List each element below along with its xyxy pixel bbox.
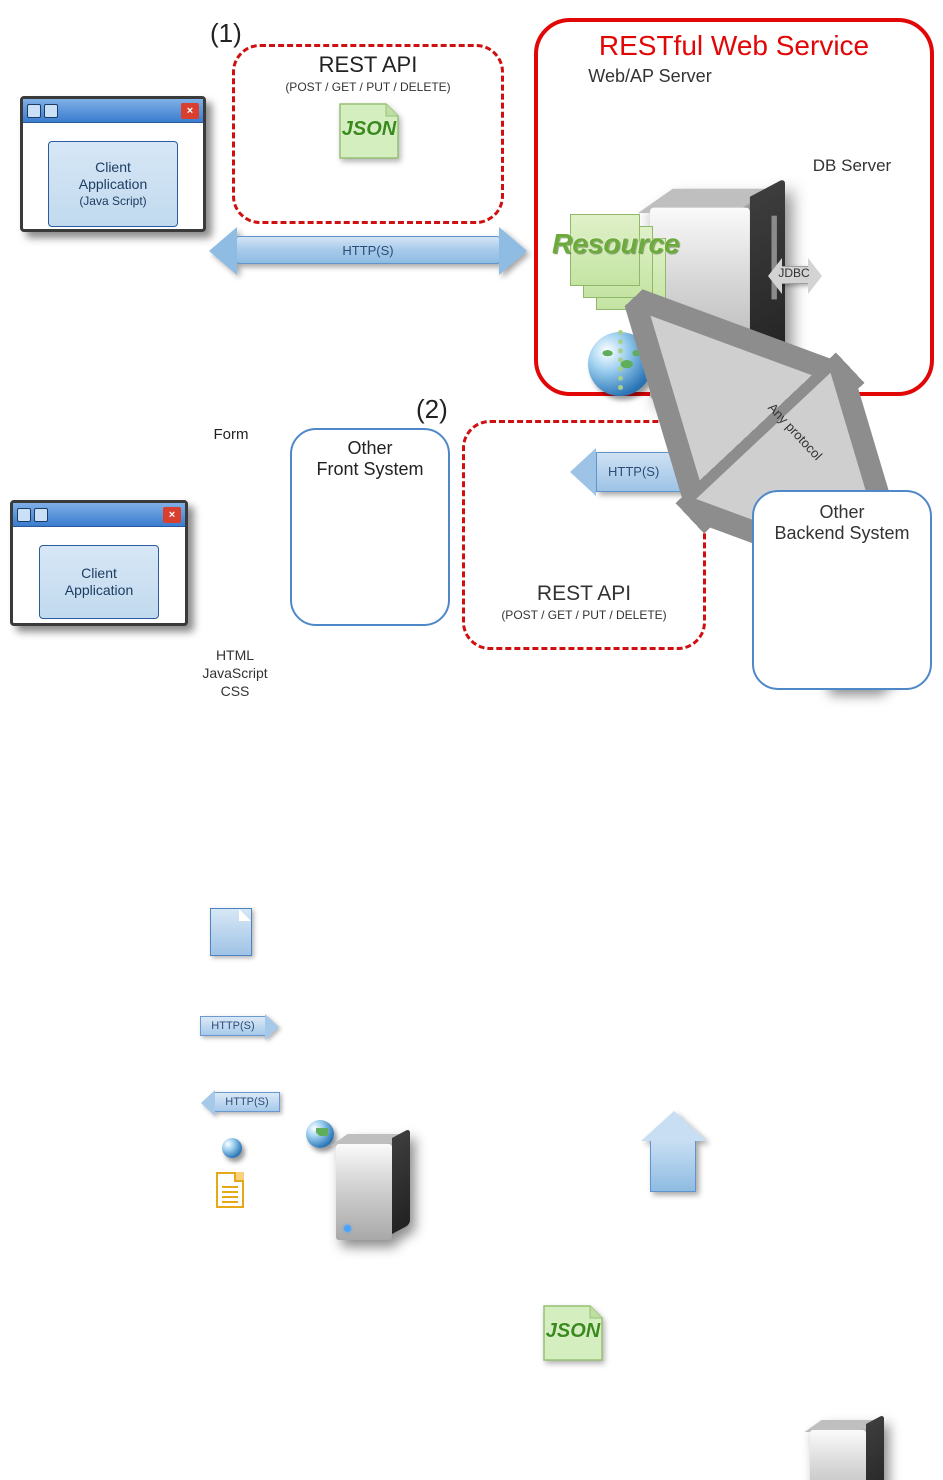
- restful-title: RESTful Web Service: [544, 30, 924, 62]
- http-label-2: HTTP(S): [608, 464, 659, 479]
- json-label: JSON: [538, 1320, 608, 1343]
- response-arrow: HTTP(S): [214, 1092, 280, 1112]
- client-window-2: × Client Application: [10, 500, 188, 626]
- http-mini-label: HTTP(S): [225, 1096, 268, 1108]
- rest-api-subtitle-2: (POST / GET / PUT / DELETE): [462, 608, 706, 622]
- backend-server-icon: [810, 1418, 884, 1480]
- resource-label: Resource: [552, 228, 680, 260]
- http-arrow-2-up: [650, 1140, 696, 1192]
- titlebar-icon: [34, 508, 48, 522]
- client-app-line: Application: [79, 176, 148, 193]
- client-app-line: Client: [81, 565, 117, 582]
- close-icon: ×: [163, 507, 181, 523]
- marker-1: (1): [210, 18, 242, 49]
- client-window-1: × Client Application (Java Script): [20, 96, 206, 232]
- globe-icon: [222, 1138, 242, 1158]
- dotted-connector-icon: [618, 330, 623, 390]
- globe-icon: [306, 1120, 334, 1148]
- client-app-panel: Client Application: [39, 545, 159, 619]
- html-line: JavaScript: [196, 664, 274, 682]
- json-file-icon: JSON: [538, 1302, 608, 1364]
- titlebar-icon: [27, 104, 41, 118]
- db-server-label: DB Server: [792, 156, 912, 176]
- obs-line: Backend System: [752, 523, 932, 544]
- close-icon: ×: [181, 103, 199, 119]
- http-arrow-2-head: [570, 448, 596, 496]
- html-line: CSS: [196, 682, 274, 700]
- jdbc-label: JDBC: [770, 266, 818, 280]
- html-stack-label: HTML JavaScript CSS: [196, 646, 274, 700]
- obs-line: Other: [752, 502, 932, 523]
- front-server-icon: [336, 1132, 410, 1240]
- request-arrow: HTTP(S): [200, 1016, 266, 1036]
- window-titlebar: ×: [13, 503, 185, 527]
- client-app-line: Client: [95, 159, 131, 176]
- titlebar-icon: [17, 508, 31, 522]
- marker-2: (2): [416, 394, 448, 425]
- rest-api-title-2: REST API: [462, 582, 706, 606]
- titlebar-icon: [44, 104, 58, 118]
- form-icon: [210, 908, 252, 956]
- other-front-title: Other Front System: [290, 438, 450, 480]
- window-titlebar: ×: [23, 99, 203, 123]
- webap-label: Web/AP Server: [560, 66, 740, 87]
- ofs-line: Other: [290, 438, 450, 459]
- http-arrow-1: HTTP(S): [236, 236, 500, 264]
- ofs-line: Front System: [290, 459, 450, 480]
- document-icon: [216, 1172, 244, 1208]
- rest-api-title: REST API: [232, 52, 504, 78]
- form-label: Form: [200, 426, 262, 443]
- client-app-panel: Client Application (Java Script): [48, 141, 178, 227]
- html-line: HTML: [196, 646, 274, 664]
- client-app-line: (Java Script): [79, 193, 146, 210]
- client-app-line: Application: [65, 582, 134, 599]
- json-file-icon: JSON: [334, 100, 404, 162]
- http-mini-label: HTTP(S): [211, 1020, 254, 1032]
- http-label: HTTP(S): [237, 237, 499, 263]
- other-backend-title: Other Backend System: [752, 502, 932, 544]
- json-label: JSON: [334, 118, 404, 141]
- rest-api-subtitle: (POST / GET / PUT / DELETE): [232, 80, 504, 94]
